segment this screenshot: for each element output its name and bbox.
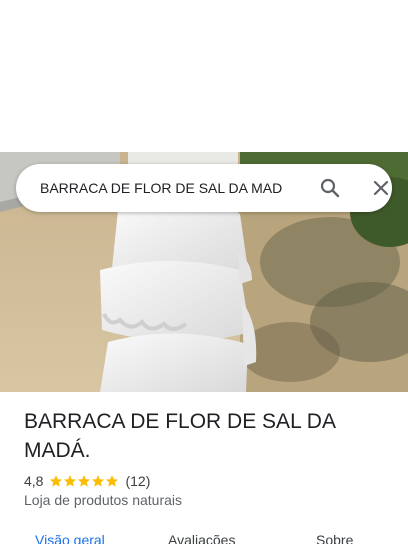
place-title: BARRACA DE FLOR DE SAL DA MADÁ. — [24, 410, 335, 462]
star-icon — [106, 475, 119, 487]
tab-overview[interactable]: Visão geral — [35, 532, 105, 544]
rating-row[interactable]: 4,8 (12) — [24, 472, 150, 490]
star-icon — [64, 475, 77, 487]
place-category[interactable]: Loja de produtos naturais — [24, 492, 182, 508]
tab-about[interactable]: Sobre — [316, 532, 353, 544]
map-header-area — [0, 0, 408, 152]
search-input[interactable]: BARRACA DE FLOR DE SAL DA MAD — [40, 164, 290, 212]
star-icon — [50, 475, 63, 487]
place-tabs: Visão geral Avaliações Sobre — [0, 528, 408, 544]
search-icon[interactable] — [318, 176, 342, 200]
search-bar[interactable]: BARRACA DE FLOR DE SAL DA MAD — [16, 164, 392, 212]
tab-reviews[interactable]: Avaliações — [168, 532, 235, 544]
close-icon[interactable] — [369, 176, 393, 200]
rating-value: 4,8 — [24, 473, 44, 489]
star-icon — [78, 475, 91, 487]
star-icon — [92, 475, 105, 487]
rating-stars — [49, 474, 119, 488]
review-count[interactable]: (12) — [125, 473, 150, 489]
